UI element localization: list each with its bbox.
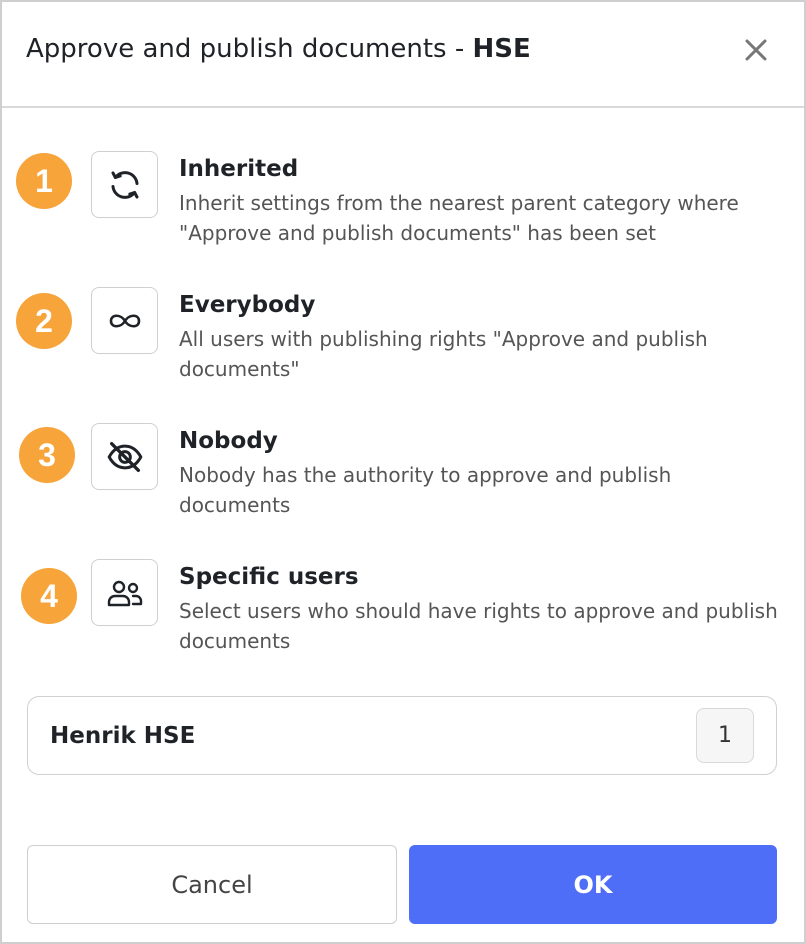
step-badge-3: 3 — [19, 427, 75, 483]
step-badge-4: 4 — [21, 568, 77, 624]
option-title-nobody: Nobody — [179, 428, 278, 454]
option-everybody[interactable]: 2 Everybody All users with publishing ri… — [2, 284, 804, 394]
step-badge-2: 2 — [16, 293, 72, 349]
dialog-title: Approve and publish documents - HSE — [26, 32, 531, 66]
option-title-inherited: Inherited — [179, 156, 299, 182]
selected-users-count: 1 — [696, 708, 754, 763]
option-title-everybody: Everybody — [179, 292, 316, 318]
option-title-specific-users: Specific users — [179, 564, 359, 590]
option-specific-users[interactable]: 4 Specific users Select users who should… — [2, 556, 804, 666]
step-badge-1: 1 — [16, 153, 72, 209]
dialog-title-prefix: Approve and publish documents - — [26, 34, 473, 64]
nobody-option-button[interactable] — [91, 423, 158, 490]
option-nobody[interactable]: 3 Nobody Nobody has the authority to app… — [2, 420, 804, 530]
selected-users-field[interactable]: Henrik HSE 1 — [27, 696, 777, 775]
approve-publish-dialog: Approve and publish documents - HSE 1 In… — [0, 0, 806, 944]
eye-off-icon — [107, 441, 142, 472]
specific-users-option-button[interactable] — [91, 559, 158, 626]
option-desc-nobody: Nobody has the authority to approve and … — [179, 463, 672, 517]
infinity-icon — [109, 313, 140, 328]
option-inherited[interactable]: 1 Inherited Inherit settings from the ne… — [2, 148, 804, 258]
dialog-header: Approve and publish documents - HSE — [2, 2, 804, 108]
option-desc-everybody: All users with publishing rights "Approv… — [179, 327, 708, 381]
option-desc-inherited: Inherit settings from the nearest parent… — [179, 191, 739, 245]
sync-icon — [111, 170, 138, 199]
ok-button[interactable]: OK — [409, 845, 777, 924]
everybody-option-button[interactable] — [91, 287, 158, 354]
users-icon — [107, 580, 142, 606]
selected-user-name: Henrik HSE — [50, 723, 196, 749]
close-button[interactable] — [738, 32, 774, 68]
dialog-title-category: HSE — [472, 34, 531, 64]
cancel-button[interactable]: Cancel — [27, 845, 397, 924]
inherited-option-button[interactable] — [91, 151, 158, 218]
close-icon — [745, 39, 767, 61]
option-desc-specific-users: Select users who should have rights to a… — [179, 599, 778, 653]
